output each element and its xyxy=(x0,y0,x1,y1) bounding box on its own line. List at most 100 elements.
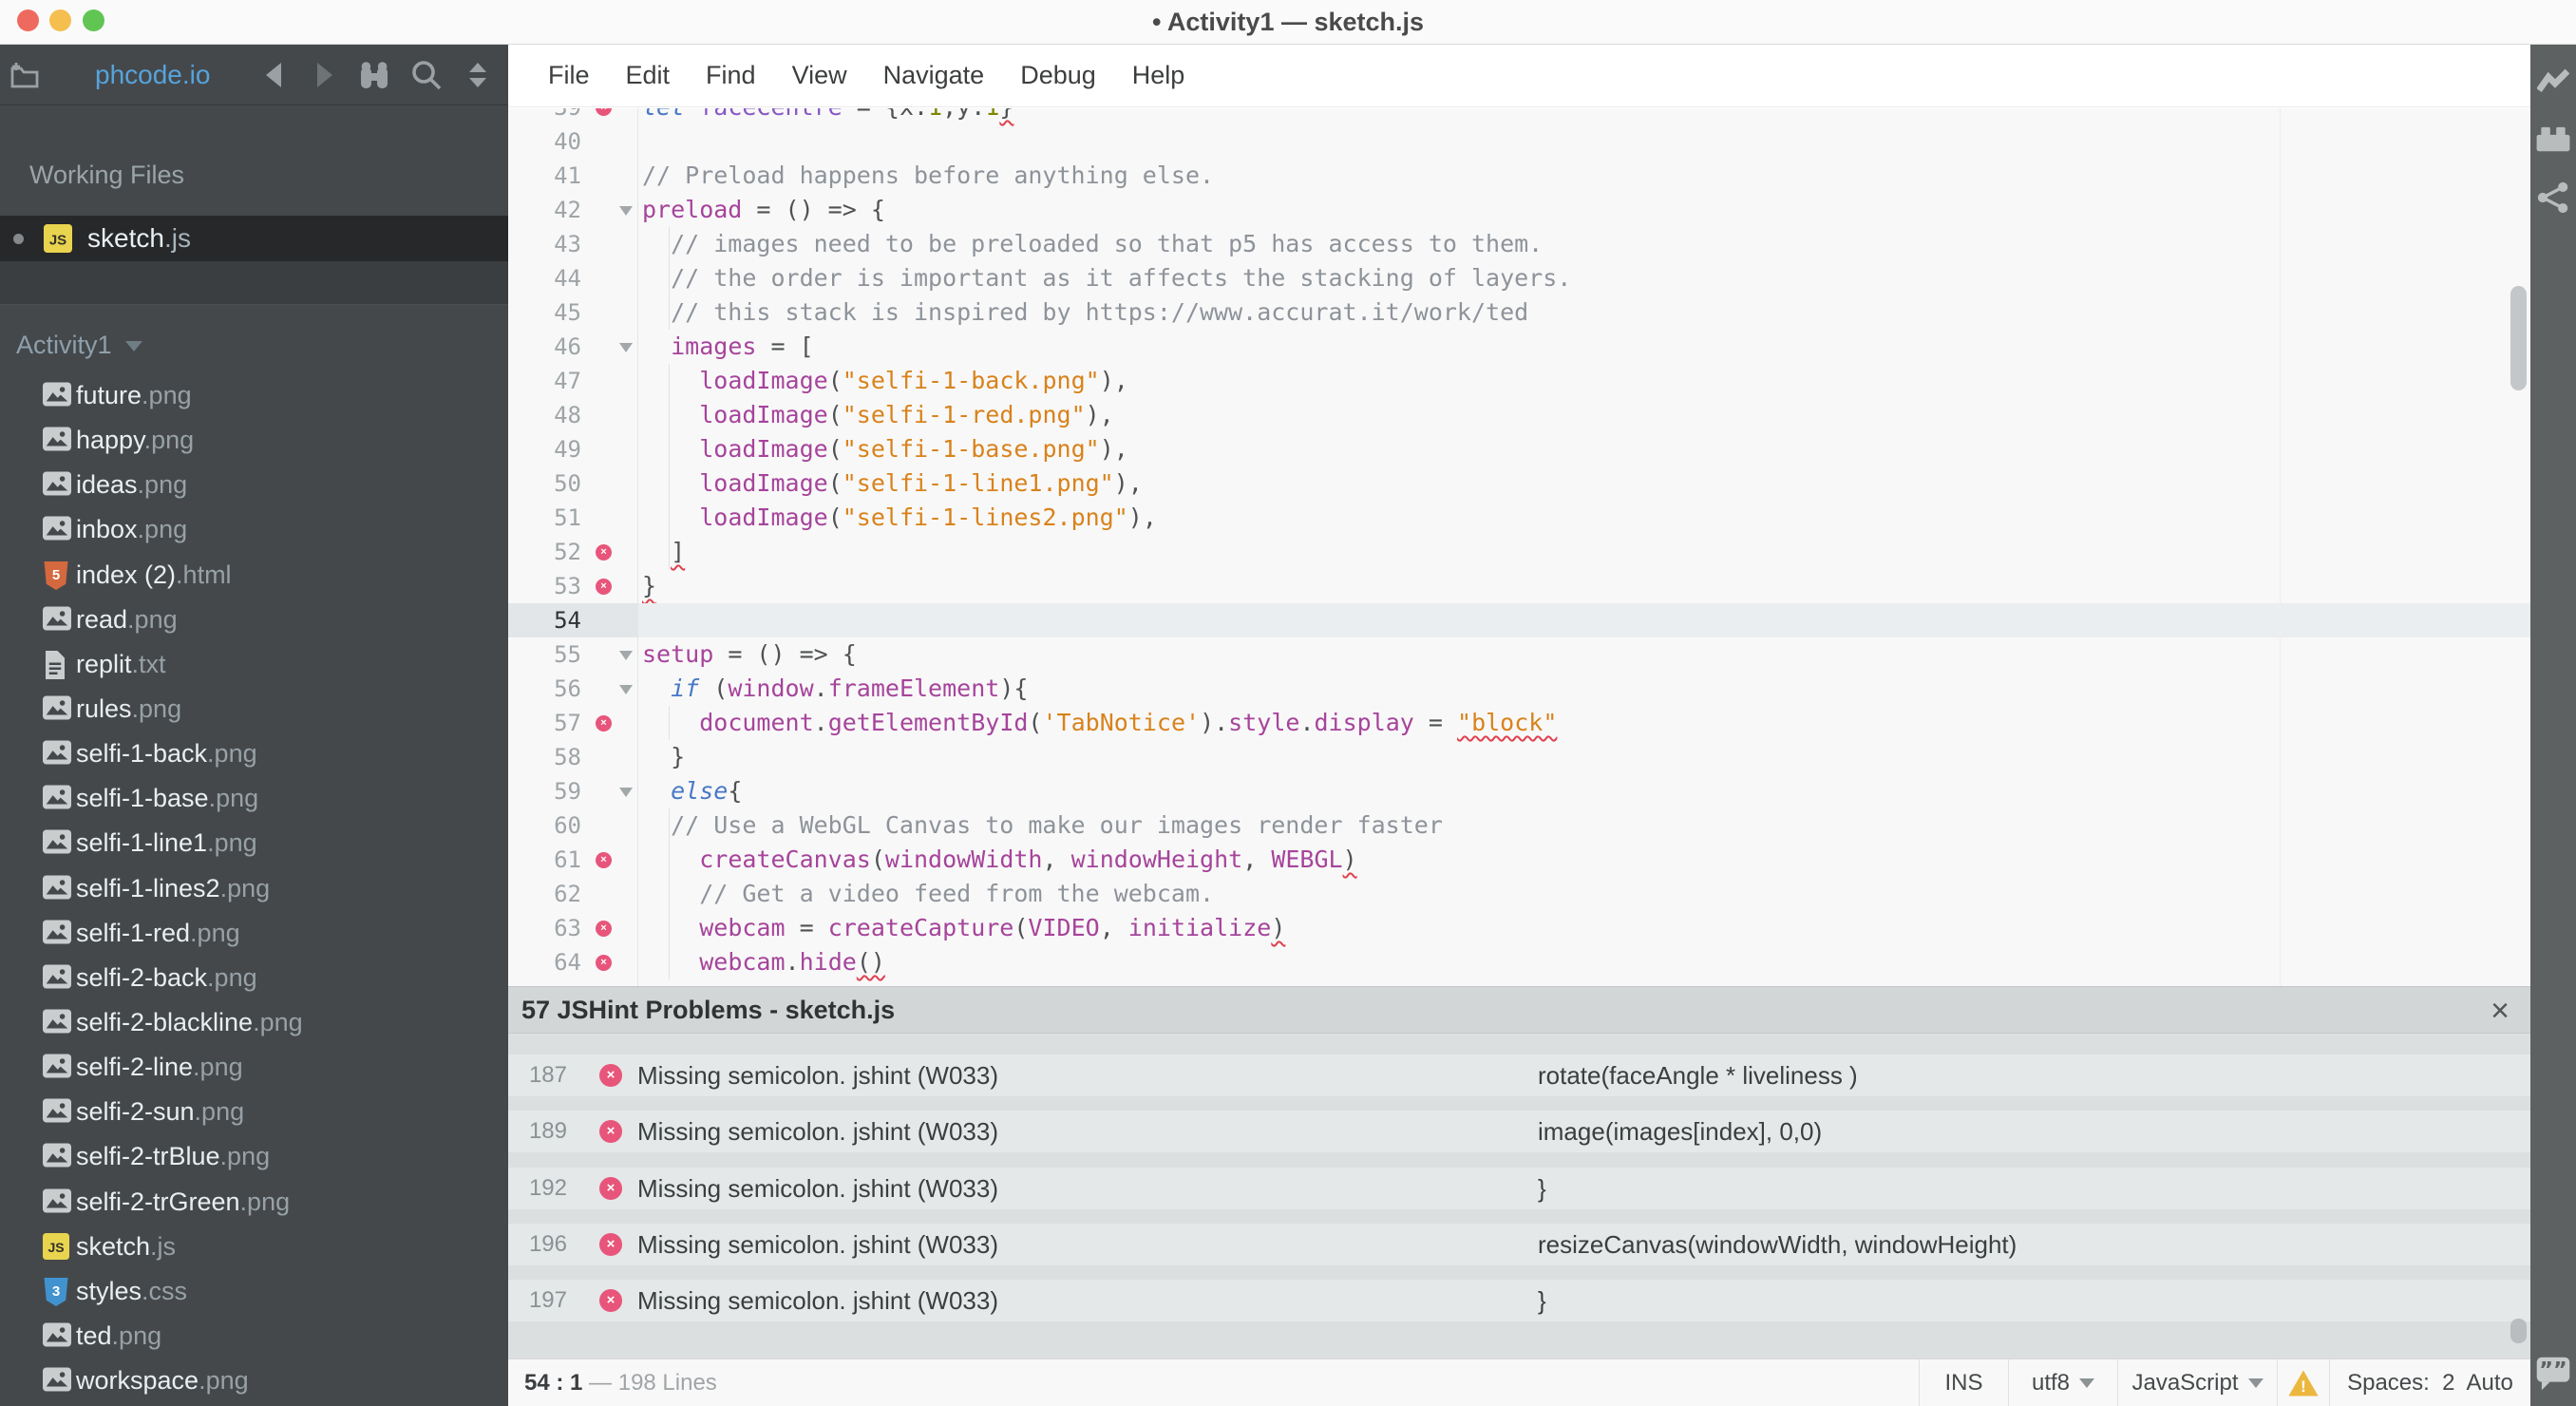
problem-row-187[interactable]: 187×Missing semicolon. jshint (W033)rota… xyxy=(508,1054,2530,1096)
line-number: 63 xyxy=(508,911,581,945)
lint-error-icon[interactable]: × xyxy=(596,715,612,732)
code-line-46[interactable]: 46 images = [ xyxy=(508,330,2530,364)
lint-warning-indicator[interactable]: ! xyxy=(2277,1359,2329,1406)
tree-item-index-2-[interactable]: 5index (2).html xyxy=(0,553,508,598)
tree-item-selfi-2-sun[interactable]: selfi-2-sun.png xyxy=(0,1090,508,1134)
menu-debug[interactable]: Debug xyxy=(1020,61,1096,90)
code-line-39[interactable]: 39×let faceCentre = {x:1,y:1} xyxy=(508,108,2530,124)
fold-arrow-icon[interactable] xyxy=(619,206,633,216)
menu-view[interactable]: View xyxy=(792,61,847,90)
window-title: • Activity1 — sketch.js xyxy=(0,0,2576,44)
code-line-55[interactable]: 55setup = () => { xyxy=(508,637,2530,672)
lint-error-icon[interactable]: × xyxy=(596,955,612,971)
menu-help[interactable]: Help xyxy=(1132,61,1185,90)
code-text: images = [ xyxy=(642,330,814,364)
tree-item-workspace[interactable]: workspace.png xyxy=(0,1358,508,1403)
code-line-52[interactable]: 52× ] xyxy=(508,535,2530,569)
tree-item-styles[interactable]: 3styles.css xyxy=(0,1269,508,1314)
encoding-select[interactable]: utf8 xyxy=(2008,1359,2117,1406)
tree-item-selfi-2-blackline[interactable]: selfi-2-blackline.png xyxy=(0,1000,508,1045)
code-text: ] xyxy=(642,535,685,569)
code-line-49[interactable]: 49 loadImage("selfi-1-base.png"), xyxy=(508,432,2530,466)
tree-item-selfi-1-base[interactable]: selfi-1-base.png xyxy=(0,776,508,821)
tree-item-selfi-2-back[interactable]: selfi-2-back.png xyxy=(0,956,508,1000)
code-line-64[interactable]: 64× webcam.hide() xyxy=(508,945,2530,979)
tree-item-sketch[interactable]: JSsketch.js xyxy=(0,1225,508,1269)
code-line-62[interactable]: 62 // Get a video feed from the webcam. xyxy=(508,877,2530,911)
menu-file[interactable]: File xyxy=(548,61,590,90)
fold-arrow-icon[interactable] xyxy=(619,788,633,797)
css-file-icon: 3 xyxy=(43,1278,69,1306)
image-file-icon xyxy=(43,1098,71,1123)
code-line-54[interactable]: 54 xyxy=(508,603,2530,637)
lint-error-icon[interactable]: × xyxy=(596,579,612,595)
code-line-40[interactable]: 40 xyxy=(508,124,2530,159)
problem-row-196[interactable]: 196×Missing semicolon. jshint (W033)resi… xyxy=(508,1224,2530,1265)
line-number: 54 xyxy=(508,603,581,637)
code-line-50[interactable]: 50 loadImage("selfi-1-line1.png"), xyxy=(508,466,2530,501)
code-text: webcam.hide() xyxy=(642,945,885,979)
panel-scrollbar-thumb[interactable] xyxy=(2510,1319,2527,1343)
problem-row-197[interactable]: 197×Missing semicolon. jshint (W033)} xyxy=(508,1280,2530,1321)
code-editor[interactable]: 39×let faceCentre = {x:1,y:1}4041// Prel… xyxy=(508,108,2530,986)
live-preview-lightning-icon[interactable] xyxy=(2537,67,2569,96)
fold-arrow-icon[interactable] xyxy=(619,685,633,694)
image-file-icon xyxy=(43,606,71,631)
code-line-43[interactable]: 43 // images need to be preloaded so tha… xyxy=(508,227,2530,261)
code-line-47[interactable]: 47 loadImage("selfi-1-back.png"), xyxy=(508,364,2530,398)
lint-error-icon[interactable]: × xyxy=(596,921,612,937)
tree-item-future[interactable]: future.png xyxy=(0,373,508,418)
insert-mode-toggle[interactable]: INS xyxy=(1919,1359,2008,1406)
tree-item-ideas[interactable]: ideas.png xyxy=(0,463,508,507)
image-file-icon xyxy=(43,695,71,720)
code-text: setup = () => { xyxy=(642,637,857,672)
fold-arrow-icon[interactable] xyxy=(619,651,633,660)
editor-scrollbar-thumb[interactable] xyxy=(2510,286,2527,390)
tree-item-selfi-1-back[interactable]: selfi-1-back.png xyxy=(0,732,508,776)
line-number: 62 xyxy=(508,877,581,911)
tree-item-ted[interactable]: ted.png xyxy=(0,1314,508,1358)
tree-item-rules[interactable]: rules.png xyxy=(0,687,508,732)
code-line-57[interactable]: 57× document.getElementById('TabNotice')… xyxy=(508,706,2530,740)
tree-item-replit[interactable]: replit.txt xyxy=(0,642,508,687)
code-line-53[interactable]: 53×} xyxy=(508,569,2530,603)
cursor-position[interactable]: 54 : 1 — 198 Lines xyxy=(508,1370,717,1396)
code-line-59[interactable]: 59 else{ xyxy=(508,774,2530,808)
code-line-45[interactable]: 45 // this stack is inspired by https://… xyxy=(508,295,2530,330)
code-line-48[interactable]: 48 loadImage("selfi-1-red.png"), xyxy=(508,398,2530,432)
tree-item-selfi-2-line[interactable]: selfi-2-line.png xyxy=(0,1045,508,1090)
feedback-quote-icon[interactable]: ”” xyxy=(2535,1356,2571,1392)
problem-row-189[interactable]: 189×Missing semicolon. jshint (W033)imag… xyxy=(508,1111,2530,1152)
language-select[interactable]: JavaScript xyxy=(2117,1359,2277,1406)
indent-settings[interactable]: Spaces: 2 Auto xyxy=(2329,1359,2530,1406)
code-line-41[interactable]: 41// Preload happens before anything els… xyxy=(508,159,2530,193)
extensions-brick-icon[interactable] xyxy=(2535,123,2571,153)
tree-item-inbox[interactable]: inbox.png xyxy=(0,507,508,552)
lint-error-icon[interactable]: × xyxy=(596,108,612,116)
code-line-44[interactable]: 44 // the order is important as it affec… xyxy=(508,261,2530,295)
tree-item-selfi-2-trgreen[interactable]: selfi-2-trGreen.png xyxy=(0,1180,508,1225)
tree-item-selfi-1-red[interactable]: selfi-1-red.png xyxy=(0,911,508,956)
lint-error-icon[interactable]: × xyxy=(596,852,612,868)
code-text: webcam = createCapture(VIDEO, initialize… xyxy=(642,911,1285,945)
tree-item-selfi-2-trblue[interactable]: selfi-2-trBlue.png xyxy=(0,1134,508,1179)
tree-item-read[interactable]: read.png xyxy=(0,598,508,642)
menu-navigate[interactable]: Navigate xyxy=(883,61,985,90)
code-line-51[interactable]: 51 loadImage("selfi-1-lines2.png"), xyxy=(508,501,2530,535)
code-line-61[interactable]: 61× createCanvas(windowWidth, windowHeig… xyxy=(508,843,2530,877)
menu-find[interactable]: Find xyxy=(706,61,756,90)
fold-arrow-icon[interactable] xyxy=(619,343,633,352)
menu-edit[interactable]: Edit xyxy=(626,61,671,90)
tree-item-selfi-1-line1[interactable]: selfi-1-line1.png xyxy=(0,821,508,865)
code-line-56[interactable]: 56 if (window.frameElement){ xyxy=(508,672,2530,706)
code-line-60[interactable]: 60 // Use a WebGL Canvas to make our ima… xyxy=(508,808,2530,843)
close-icon[interactable]: × xyxy=(2491,990,2510,1032)
code-line-42[interactable]: 42preload = () => { xyxy=(508,193,2530,227)
tree-item-selfi-1-lines2[interactable]: selfi-1-lines2.png xyxy=(0,866,508,911)
code-line-58[interactable]: 58 } xyxy=(508,740,2530,774)
share-icon[interactable] xyxy=(2537,181,2569,214)
lint-error-icon[interactable]: × xyxy=(596,544,612,560)
tree-item-happy[interactable]: happy.png xyxy=(0,418,508,463)
code-line-63[interactable]: 63 × webcam = createCapture(VIDEO, initia… xyxy=(508,911,2530,945)
problem-row-192[interactable]: 192×Missing semicolon. jshint (W033)} xyxy=(508,1168,2530,1209)
